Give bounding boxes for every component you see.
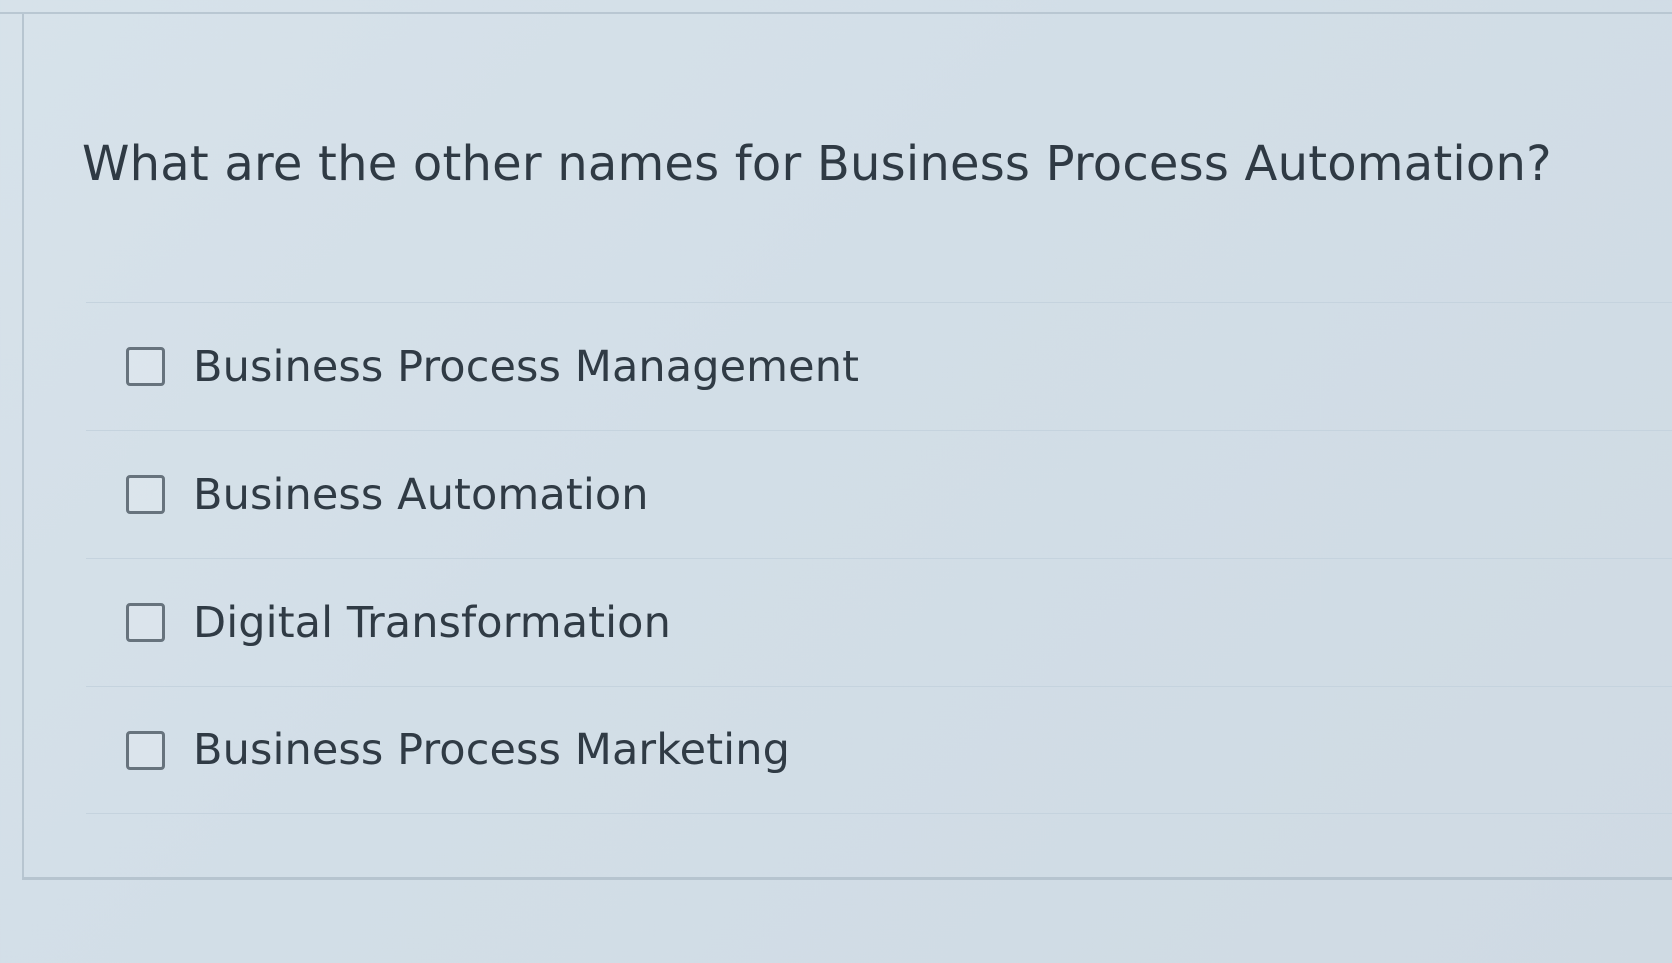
option-label: Digital Transformation — [193, 597, 671, 648]
question-title: What are the other names for Business Pr… — [82, 136, 1552, 192]
checkbox[interactable] — [126, 475, 165, 514]
checkbox[interactable] — [126, 347, 165, 386]
option-label: Business Automation — [193, 469, 649, 520]
option-digital-transformation[interactable]: Digital Transformation — [86, 558, 1672, 686]
option-label: Business Process Marketing — [193, 725, 790, 775]
top-border — [0, 0, 1672, 14]
question-panel: What are the other names for Business Pr… — [22, 14, 1672, 880]
option-business-process-marketing[interactable]: Business Process Marketing — [86, 686, 1672, 814]
checkbox[interactable] — [126, 603, 165, 642]
option-business-process-management[interactable]: Business Process Management — [86, 302, 1672, 430]
checkbox[interactable] — [126, 730, 165, 770]
option-business-automation[interactable]: Business Automation — [86, 430, 1672, 558]
option-label: Business Process Management — [193, 341, 860, 392]
